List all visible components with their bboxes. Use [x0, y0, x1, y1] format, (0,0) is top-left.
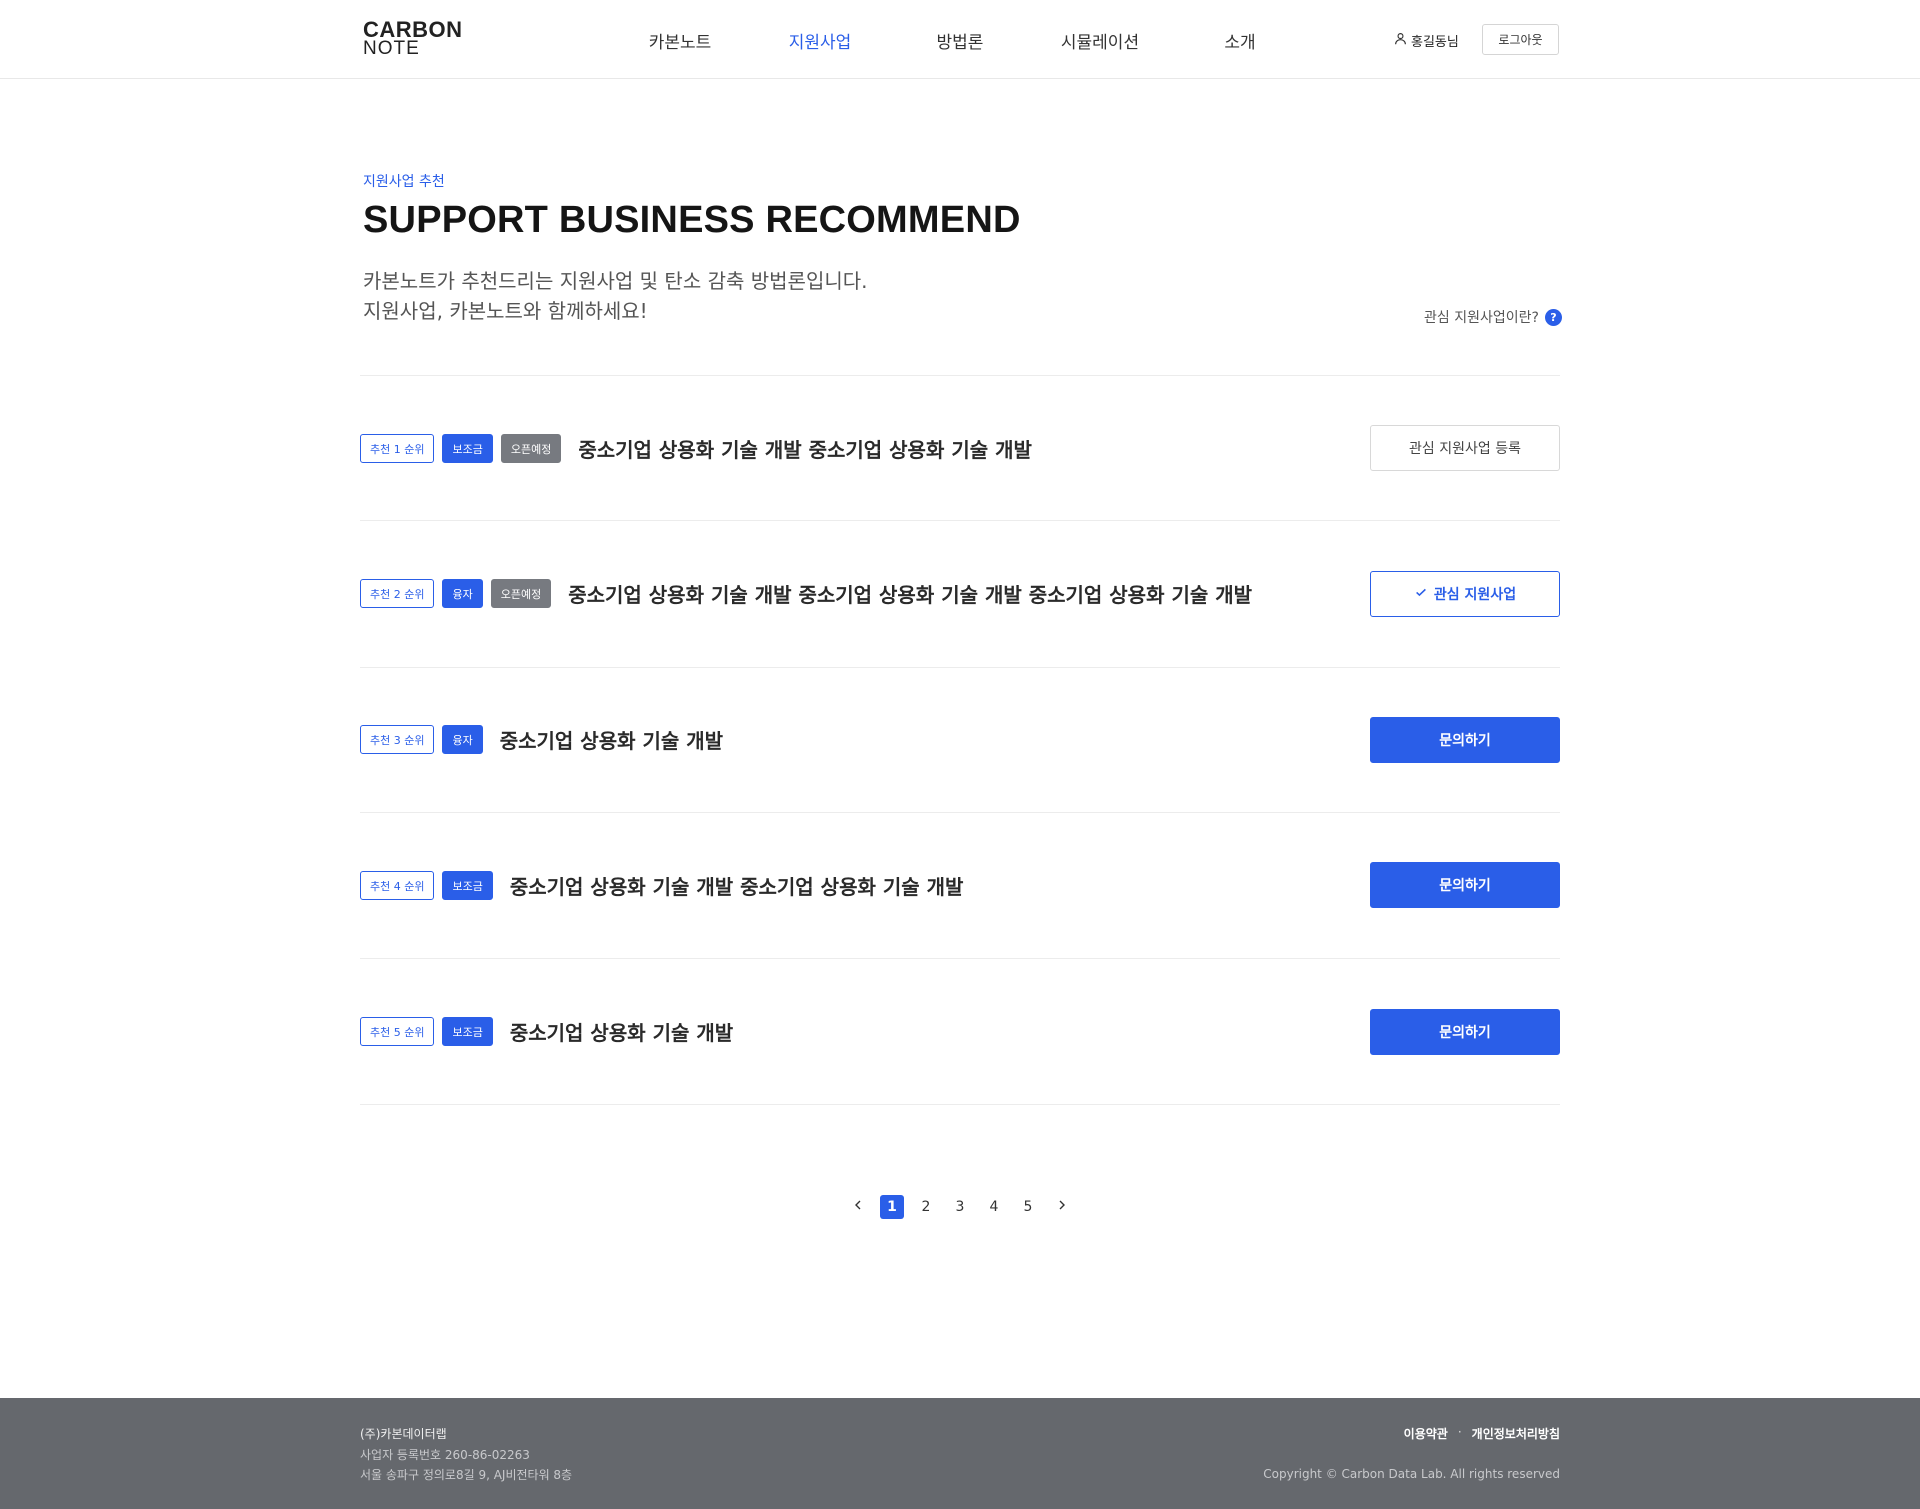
type-badge: 융자 [442, 579, 483, 608]
nav-item-carbonnote[interactable]: 카본노트 [625, 28, 735, 53]
interest-help-link[interactable]: 관심 지원사업이란? ? [1424, 307, 1562, 327]
page-button-3[interactable]: 3 [948, 1195, 972, 1219]
nav-item-simulation[interactable]: 시뮬레이션 [1045, 28, 1155, 53]
page-eyebrow: 지원사업 추천 [363, 174, 445, 190]
chevron-left-icon [852, 1199, 864, 1215]
next-page-button[interactable] [1050, 1195, 1074, 1219]
type-badge: 보조금 [442, 871, 493, 900]
rank-badge: 추천 1 순위 [360, 434, 435, 463]
interest-registered-button[interactable]: 관심 지원사업 [1370, 571, 1560, 617]
page-title: SUPPORT BUSINESS RECOMMEND [363, 199, 1021, 241]
footer-separator: · [1457, 1425, 1462, 1439]
page-button-5[interactable]: 5 [1016, 1195, 1040, 1219]
help-label: 관심 지원사업이란? [1424, 310, 1539, 326]
status-badge: 오픈예정 [490, 579, 552, 608]
list-item: 추천 1 순위 보조금 오픈예정 중소기업 상용화 기술 개발 중소기업 상용화… [360, 376, 1560, 521]
list-item: 추천 3 순위 융자 중소기업 상용화 기술 개발 문의하기 [360, 667, 1560, 812]
list-divider [360, 1104, 1560, 1105]
description-line-1: 카본노트가 추천드리는 지원사업 및 탄소 감축 방법론입니다. [363, 269, 868, 293]
type-badge: 보조금 [442, 1017, 493, 1046]
description-line-2: 지원사업, 카본노트와 함께하세요! [363, 299, 648, 323]
page-description: 카본노트가 추천드리는 지원사업 및 탄소 감축 방법론입니다. 지원사업, 카… [363, 266, 868, 326]
privacy-link[interactable]: 개인정보처리방침 [1472, 1425, 1560, 1442]
rank-badge: 추천 3 순위 [360, 725, 435, 754]
rank-badge: 추천 5 순위 [360, 1017, 435, 1046]
logo-line1: CARBON [363, 17, 463, 42]
site-footer: (주)카본데이터랩 사업자 등록번호 260-86-02263 서울 송파구 정… [0, 1398, 1920, 1509]
page-button-1[interactable]: 1 [880, 1195, 904, 1219]
item-title[interactable]: 중소기업 상용화 기술 개발 중소기업 상용화 기술 개발 [578, 434, 1032, 463]
rank-badge: 추천 2 순위 [360, 579, 435, 608]
list-item: 추천 5 순위 보조금 중소기업 상용화 기술 개발 문의하기 [360, 959, 1560, 1104]
chevron-right-icon [1056, 1199, 1068, 1215]
prev-page-button[interactable] [846, 1195, 870, 1219]
pagination: 1 2 3 4 5 [0, 1194, 1920, 1220]
button-label: 문의하기 [1439, 733, 1491, 749]
list-item: 추천 2 순위 융자 오픈예정 중소기업 상용화 기술 개발 중소기업 상용화 … [360, 521, 1560, 666]
terms-link[interactable]: 이용약관 [1404, 1425, 1448, 1442]
inquiry-button[interactable]: 문의하기 [1370, 1009, 1560, 1055]
footer-address: 서울 송파구 정의로8길 9, AJ비전타워 8층 [360, 1468, 573, 1482]
nav-item-about[interactable]: 소개 [1185, 28, 1295, 53]
status-badge: 오픈예정 [500, 434, 562, 463]
rank-badge: 추천 4 순위 [360, 871, 435, 900]
logo[interactable]: CARBON NOTE [363, 17, 463, 59]
inquiry-button[interactable]: 문의하기 [1370, 862, 1560, 908]
nav-item-methodology[interactable]: 방법론 [905, 28, 1015, 53]
item-title[interactable]: 중소기업 상용화 기술 개발 [500, 725, 723, 754]
site-header: CARBON NOTE 카본노트 지원사업 방법론 시뮬레이션 소개 홍길동님 … [0, 0, 1920, 79]
button-label: 문의하기 [1439, 1025, 1491, 1041]
footer-links: 이용약관 · 개인정보처리방침 [1404, 1425, 1560, 1442]
item-title[interactable]: 중소기업 상용화 기술 개발 [510, 1017, 733, 1046]
list-item: 추천 4 순위 보조금 중소기업 상용화 기술 개발 중소기업 상용화 기술 개… [360, 813, 1560, 958]
type-badge: 보조금 [442, 434, 493, 463]
item-title[interactable]: 중소기업 상용화 기술 개발 중소기업 상용화 기술 개발 [510, 871, 964, 900]
user-menu[interactable]: 홍길동님 [1394, 31, 1459, 50]
nav-item-support[interactable]: 지원사업 [765, 28, 875, 53]
page-button-4[interactable]: 4 [982, 1195, 1006, 1219]
button-label: 관심 지원사업 [1433, 587, 1517, 603]
button-label: 관심 지원사업 등록 [1409, 441, 1521, 457]
type-badge: 융자 [442, 725, 483, 754]
inquiry-button[interactable]: 문의하기 [1370, 717, 1560, 763]
user-icon [1394, 32, 1407, 49]
page-button-2[interactable]: 2 [914, 1195, 938, 1219]
register-interest-button[interactable]: 관심 지원사업 등록 [1370, 425, 1560, 471]
user-name: 홍길동님 [1411, 35, 1459, 50]
footer-company: (주)카본데이터랩 [360, 1427, 447, 1441]
item-title[interactable]: 중소기업 상용화 기술 개발 중소기업 상용화 기술 개발 중소기업 상용화 기… [568, 579, 1252, 608]
footer-registration: 사업자 등록번호 260-86-02263 [360, 1448, 530, 1462]
question-icon: ? [1544, 308, 1562, 326]
logout-button[interactable]: 로그아웃 [1482, 24, 1559, 55]
button-label: 문의하기 [1439, 878, 1491, 894]
footer-copyright: Copyright © Carbon Data Lab. All rights … [1263, 1467, 1560, 1481]
check-icon [1414, 585, 1428, 603]
